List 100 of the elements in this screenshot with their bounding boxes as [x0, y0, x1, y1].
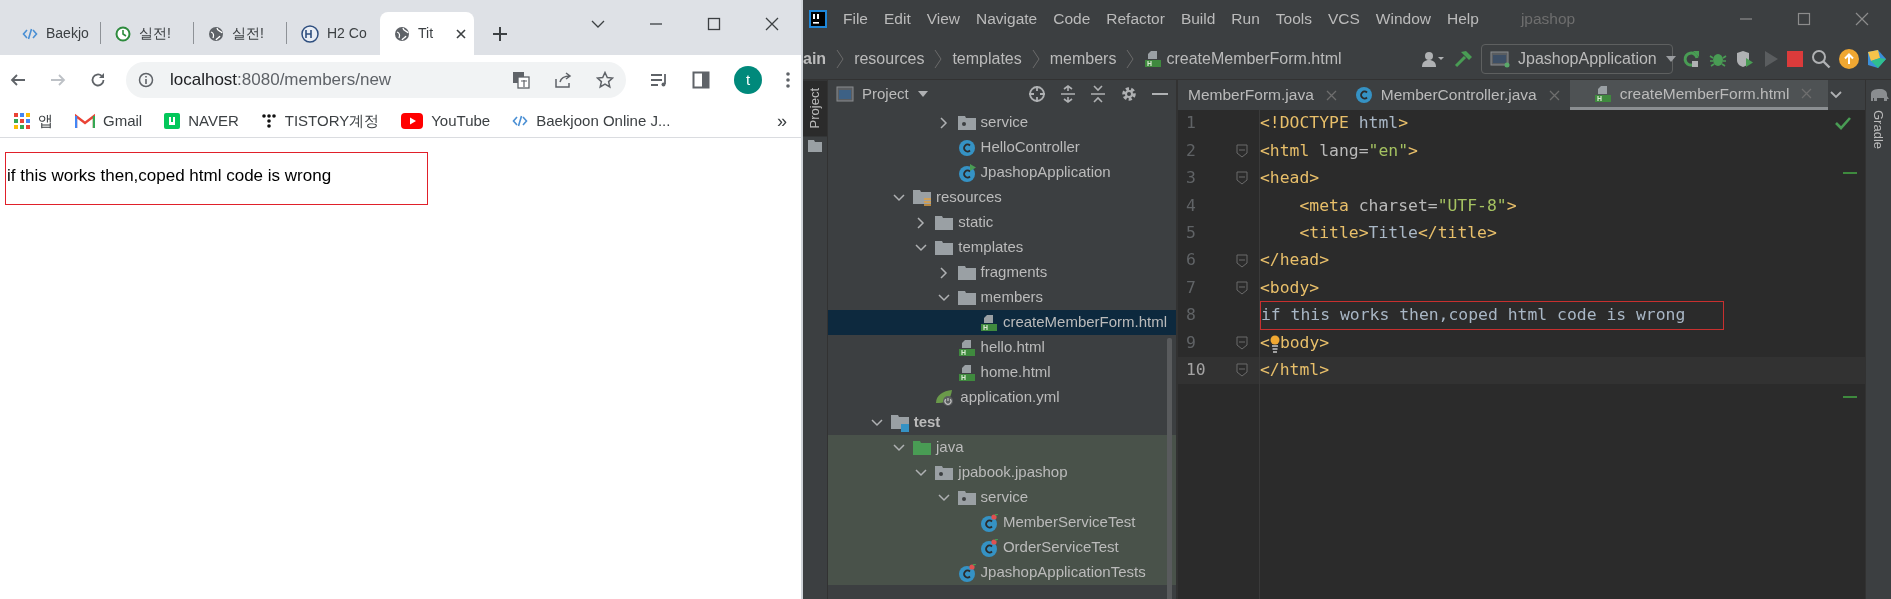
menu-item[interactable]: Code [1053, 7, 1091, 31]
users-icon[interactable] [1421, 49, 1445, 68]
tree-item[interactable]: JpashopApplicationTests [828, 560, 1176, 585]
editor-tab[interactable]: MemberController.java [1346, 80, 1570, 110]
side-panel-icon[interactable] [692, 71, 710, 89]
breadcrumb[interactable]: createMemberForm.html [1144, 46, 1342, 71]
bulb-icon[interactable] [1269, 333, 1280, 353]
menu-item[interactable]: Build [1180, 7, 1216, 31]
breadcrumb[interactable]: templates [952, 46, 1022, 71]
menu-item[interactable]: Navigate [976, 7, 1038, 31]
clock-icon [115, 25, 131, 42]
check-icon [1835, 116, 1851, 130]
reading-list-icon[interactable] [650, 72, 668, 88]
tree-item[interactable]: MemberServiceTest [828, 510, 1176, 535]
bookmark[interactable]: YouTube [401, 109, 491, 133]
tree-item[interactable]: fragments [828, 260, 1176, 285]
square-logo-icon [164, 113, 181, 129]
toolbox-logo-icon[interactable] [1867, 48, 1887, 69]
browser-tab[interactable]: 실전! [101, 12, 194, 55]
bookmark[interactable]: NAVER [164, 109, 239, 133]
chevron-icon [934, 48, 943, 69]
scrollbar[interactable] [1167, 338, 1172, 599]
profile-avatar[interactable]: t [734, 66, 762, 94]
close-icon[interactable] [764, 16, 780, 32]
star-icon[interactable] [596, 71, 614, 89]
run-configuration-select[interactable]: JpashopApplication [1481, 43, 1673, 74]
collapse-all-icon[interactable] [1090, 85, 1106, 103]
overflow-chevron[interactable]: » [777, 107, 787, 135]
tree-item[interactable]: home.html [828, 360, 1176, 385]
menu-item[interactable]: Window [1375, 7, 1431, 31]
tool-window-tab[interactable]: Project [803, 80, 827, 137]
bookmark[interactable]: Baekjoon Online J... [512, 109, 671, 133]
tree-item[interactable]: createMemberForm.html [828, 310, 1176, 335]
menu-item[interactable]: VCS [1327, 7, 1360, 31]
browser-tab[interactable]: Tit [380, 12, 474, 55]
close-icon[interactable] [456, 28, 466, 39]
browser-tab[interactable]: 실전! [194, 12, 287, 55]
editor-tab[interactable]: MemberForm.java [1178, 80, 1347, 110]
hide-icon[interactable] [1152, 92, 1168, 96]
address-bar[interactable]: localhost:8080/members/new [126, 62, 626, 98]
bookmark[interactable]: 앱 [14, 109, 53, 133]
share-icon[interactable] [554, 71, 572, 89]
info-icon[interactable] [138, 72, 154, 88]
test-class-icon [979, 513, 998, 532]
dots-logo-icon [260, 113, 277, 129]
translate-icon[interactable] [512, 71, 530, 89]
hammer-icon[interactable] [1453, 48, 1473, 69]
breadcrumb[interactable]: members [1049, 46, 1117, 71]
reload-icon[interactable] [90, 72, 106, 88]
back-icon[interactable] [10, 72, 26, 88]
tree-item[interactable]: HelloController [828, 135, 1176, 160]
tool-window-tab[interactable]: Gradle [1868, 110, 1889, 150]
tree-item[interactable]: test [828, 410, 1176, 435]
tree-item[interactable]: resources [828, 185, 1176, 210]
coverage-icon[interactable] [1735, 49, 1755, 68]
browser-tab[interactable]: Baekjo [8, 12, 101, 55]
app-logo-icon [809, 10, 827, 28]
menu-item[interactable]: Tools [1275, 7, 1312, 31]
menu-item[interactable]: File [843, 7, 868, 31]
test-class-icon [979, 538, 998, 557]
tree-item[interactable]: java [828, 435, 1176, 460]
menu-item[interactable]: Edit [884, 7, 911, 31]
line-number: 9 [1185, 331, 1197, 354]
menu-item[interactable]: View [926, 7, 961, 31]
menu-item[interactable]: Help [1447, 7, 1479, 31]
breadcrumb[interactable]: resources [854, 46, 925, 71]
maximize-icon[interactable] [706, 16, 722, 32]
search-icon[interactable] [1811, 48, 1831, 69]
expand-all-icon[interactable] [1060, 85, 1076, 103]
crosshair-icon[interactable] [1028, 85, 1046, 103]
class-icon [957, 138, 976, 157]
tree-item[interactable]: service [828, 485, 1176, 510]
menu-item[interactable]: Run [1231, 7, 1260, 31]
bookmark[interactable]: TISTORY계정 [260, 109, 380, 133]
tree-item[interactable]: OrderServiceTest [828, 535, 1176, 560]
tree-item[interactable]: application.yml [828, 385, 1176, 410]
breadcrumb[interactable]: ain [803, 46, 827, 71]
bookmark[interactable]: Gmail [75, 109, 143, 133]
tree-item[interactable]: templates [828, 235, 1176, 260]
rerun-icon[interactable] [1681, 48, 1701, 69]
menu-item[interactable]: Refactor [1106, 7, 1165, 31]
settings-icon[interactable] [1120, 85, 1138, 103]
tree-item[interactable]: hello.html [828, 335, 1176, 360]
tree-item[interactable]: service [828, 110, 1176, 135]
view-selector[interactable]: Project [862, 82, 929, 106]
browser-tab[interactable]: H2 Co [287, 12, 380, 55]
line-number: 8 [1185, 304, 1197, 327]
tree-item[interactable]: members [828, 285, 1176, 310]
tree-item[interactable]: JpashopApplication [828, 160, 1176, 185]
code-line: <body> [1260, 276, 1320, 299]
play-logo-icon [401, 113, 424, 129]
plus-icon[interactable] [492, 26, 508, 42]
package-icon [957, 114, 976, 131]
folder-icon [935, 214, 954, 231]
more-icon[interactable] [786, 72, 790, 88]
tree-item[interactable]: static [828, 210, 1176, 235]
test-class-icon [957, 563, 976, 582]
tree-item[interactable]: jpabook.jpashop [828, 460, 1176, 485]
editor-tab[interactable]: createMemberForm.html [1569, 80, 1829, 110]
update-icon[interactable] [1839, 48, 1859, 69]
